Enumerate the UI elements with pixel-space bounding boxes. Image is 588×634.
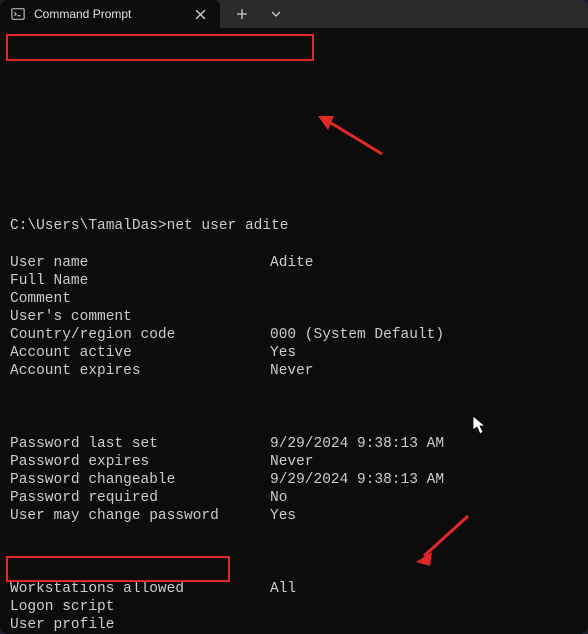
output-row: Account expiresNever (10, 362, 578, 380)
cmd-icon (10, 6, 26, 22)
row-label: Password required (10, 489, 270, 507)
row-value: 000 (System Default) (270, 326, 444, 344)
output-row: User profile (10, 616, 578, 634)
row-label: Logon script (10, 598, 270, 616)
output-row: Full Name (10, 272, 578, 290)
output-row: User may change passwordYes (10, 507, 578, 525)
terminal-window: Command Prompt C:\Users\TamalD (0, 0, 588, 634)
output-row: Password last set9/29/2024 9:38:13 AM (10, 435, 578, 453)
row-label: Country/region code (10, 326, 270, 344)
output-row: Comment (10, 290, 578, 308)
row-label: Account active (10, 344, 270, 362)
row-value: No (270, 489, 287, 507)
row-label: Password last set (10, 435, 270, 453)
row-label: Comment (10, 290, 270, 308)
row-label: Workstations allowed (10, 580, 270, 598)
row-value: 9/29/2024 9:38:13 AM (270, 435, 444, 453)
row-label: User may change password (10, 507, 270, 525)
row-value: Yes (270, 507, 296, 525)
row-label: User profile (10, 616, 270, 634)
row-label: Full Name (10, 272, 270, 290)
output-row: Account activeYes (10, 344, 578, 362)
row-value: 9/29/2024 9:38:13 AM (270, 471, 444, 489)
output-row: Country/region code000 (System Default) (10, 326, 578, 344)
output-row: User's comment (10, 308, 578, 326)
titlebar: Command Prompt (0, 0, 588, 28)
row-label: User's comment (10, 308, 270, 326)
row-value: Never (270, 362, 314, 380)
dropdown-icon[interactable] (262, 0, 290, 28)
output-row: Password expiresNever (10, 453, 578, 471)
tab-command-prompt[interactable]: Command Prompt (0, 0, 220, 28)
output-row: Logon script (10, 598, 578, 616)
output-row: Password changeable9/29/2024 9:38:13 AM (10, 471, 578, 489)
output-row: User nameAdite (10, 254, 578, 272)
row-value: Never (270, 453, 314, 471)
row-label: Password changeable (10, 471, 270, 489)
row-label: Password expires (10, 453, 270, 471)
row-value: Yes (270, 344, 296, 362)
titlebar-actions (220, 0, 298, 28)
close-tab-icon[interactable] (190, 4, 210, 24)
row-value: Adite (270, 254, 314, 272)
new-tab-button[interactable] (228, 0, 256, 28)
output-row: Workstations allowedAll (10, 580, 578, 598)
row-value: All (270, 580, 296, 598)
row-label: Account expires (10, 362, 270, 380)
row-label: User name (10, 254, 270, 272)
tab-title: Command Prompt (34, 7, 182, 21)
command-line: C:\Users\TamalDas>net user adite (10, 217, 578, 235)
terminal-body[interactable]: C:\Users\TamalDas>net user adite User na… (0, 28, 588, 634)
annotation-highlight (6, 34, 314, 61)
annotation-arrow (316, 110, 390, 162)
output-row: Password requiredNo (10, 489, 578, 507)
cursor-icon (470, 414, 488, 436)
